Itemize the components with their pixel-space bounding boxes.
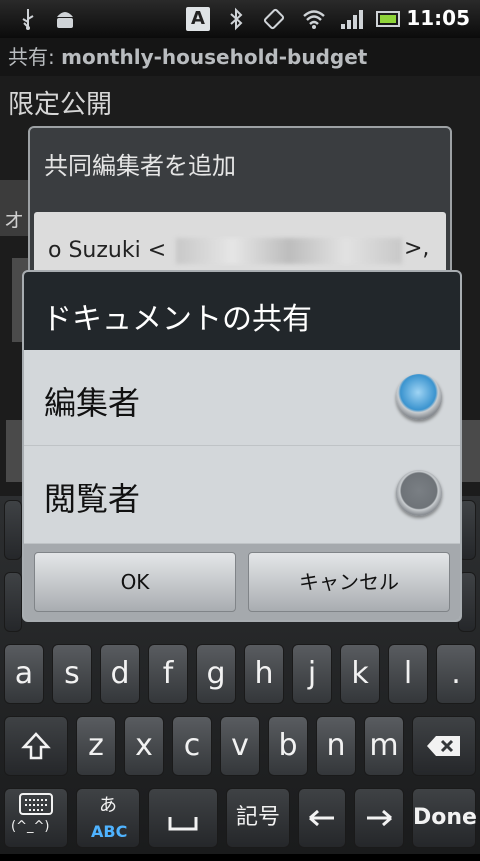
key-f[interactable]: f bbox=[148, 644, 188, 704]
add-collaborator-title: 共同編集者を追加 bbox=[44, 152, 236, 180]
arrow-right-icon bbox=[367, 809, 392, 827]
cursor-right-key[interactable] bbox=[354, 788, 404, 848]
key-n[interactable]: n bbox=[316, 716, 356, 776]
settings-emoji-key[interactable]: (^_^) bbox=[4, 788, 68, 848]
background-side-panel: オ bbox=[0, 180, 28, 236]
key-d[interactable]: d bbox=[100, 644, 140, 704]
collaborator-text: o Suzuki < bbox=[48, 238, 167, 263]
symbols-key[interactable]: 記号 bbox=[226, 788, 290, 848]
key-j[interactable]: j bbox=[292, 644, 332, 704]
key-m[interactable]: m bbox=[364, 716, 404, 776]
key-s[interactable]: s bbox=[52, 644, 92, 704]
status-bar: A 11:05 bbox=[0, 0, 480, 38]
visibility-heading: 限定公開 bbox=[8, 90, 113, 120]
key-k[interactable]: k bbox=[340, 644, 380, 704]
cursor-left-key[interactable] bbox=[298, 788, 346, 848]
usb-icon bbox=[20, 7, 36, 31]
ok-button[interactable]: OK bbox=[34, 552, 236, 612]
shift-key[interactable] bbox=[4, 716, 68, 776]
option-editor-label: 編集者 bbox=[44, 384, 141, 422]
dialog-header: ドキュメントの共有 bbox=[24, 272, 460, 350]
shift-icon bbox=[21, 732, 51, 760]
share-title-bar: 共有: monthly-household-budget bbox=[0, 38, 480, 76]
signal-icon bbox=[340, 7, 364, 31]
arrow-left-icon bbox=[309, 809, 334, 827]
option-viewer[interactable]: 閲覧者 bbox=[24, 446, 460, 544]
side-fragment: オ bbox=[4, 208, 24, 232]
clock: 11:05 bbox=[406, 6, 470, 30]
option-viewer-label: 閲覧者 bbox=[44, 480, 141, 518]
wifi-icon bbox=[302, 7, 326, 31]
collaborator-text-end: >, bbox=[404, 236, 430, 261]
done-key[interactable]: Done bbox=[412, 788, 477, 848]
dialog-title: ドキュメントの共有 bbox=[42, 302, 312, 337]
key-b[interactable]: b bbox=[268, 716, 308, 776]
input-mode-key[interactable]: あ ABC bbox=[76, 788, 140, 848]
abc-label: ABC bbox=[91, 822, 128, 841]
battery-icon bbox=[376, 7, 402, 31]
key-z[interactable]: z bbox=[76, 716, 116, 776]
title-prefix: 共有: bbox=[8, 45, 62, 69]
emoticon-label: (^_^) bbox=[11, 819, 50, 834]
android-debug-icon bbox=[54, 7, 76, 31]
backspace-icon bbox=[427, 736, 460, 756]
key-period[interactable]: . bbox=[436, 644, 476, 704]
document-name: monthly-household-budget bbox=[61, 45, 368, 69]
radio-unselected-icon[interactable] bbox=[396, 470, 442, 516]
hidden-key bbox=[4, 500, 22, 560]
space-icon bbox=[168, 817, 198, 831]
space-key[interactable] bbox=[148, 788, 218, 848]
key-h[interactable]: h bbox=[244, 644, 284, 704]
redacted-email bbox=[176, 238, 402, 264]
option-editor[interactable]: 編集者 bbox=[24, 350, 460, 446]
key-a[interactable]: a bbox=[4, 644, 44, 704]
bluetooth-icon bbox=[228, 7, 244, 31]
text-input-icon: A bbox=[186, 7, 210, 31]
key-g[interactable]: g bbox=[196, 644, 236, 704]
key-x[interactable]: x bbox=[124, 716, 164, 776]
cancel-button[interactable]: キャンセル bbox=[248, 552, 450, 612]
key-l[interactable]: l bbox=[388, 644, 428, 704]
rotation-icon bbox=[262, 7, 286, 31]
hidden-key bbox=[4, 572, 22, 632]
key-c[interactable]: c bbox=[172, 716, 212, 776]
key-v[interactable]: v bbox=[220, 716, 260, 776]
keyboard-icon bbox=[19, 793, 53, 815]
radio-selected-icon[interactable] bbox=[396, 374, 442, 420]
share-document-dialog: ドキュメントの共有 編集者 閲覧者 OK キャンセル bbox=[22, 270, 462, 622]
dialog-button-bar: OK キャンセル bbox=[24, 544, 460, 620]
backspace-key[interactable] bbox=[412, 716, 476, 776]
